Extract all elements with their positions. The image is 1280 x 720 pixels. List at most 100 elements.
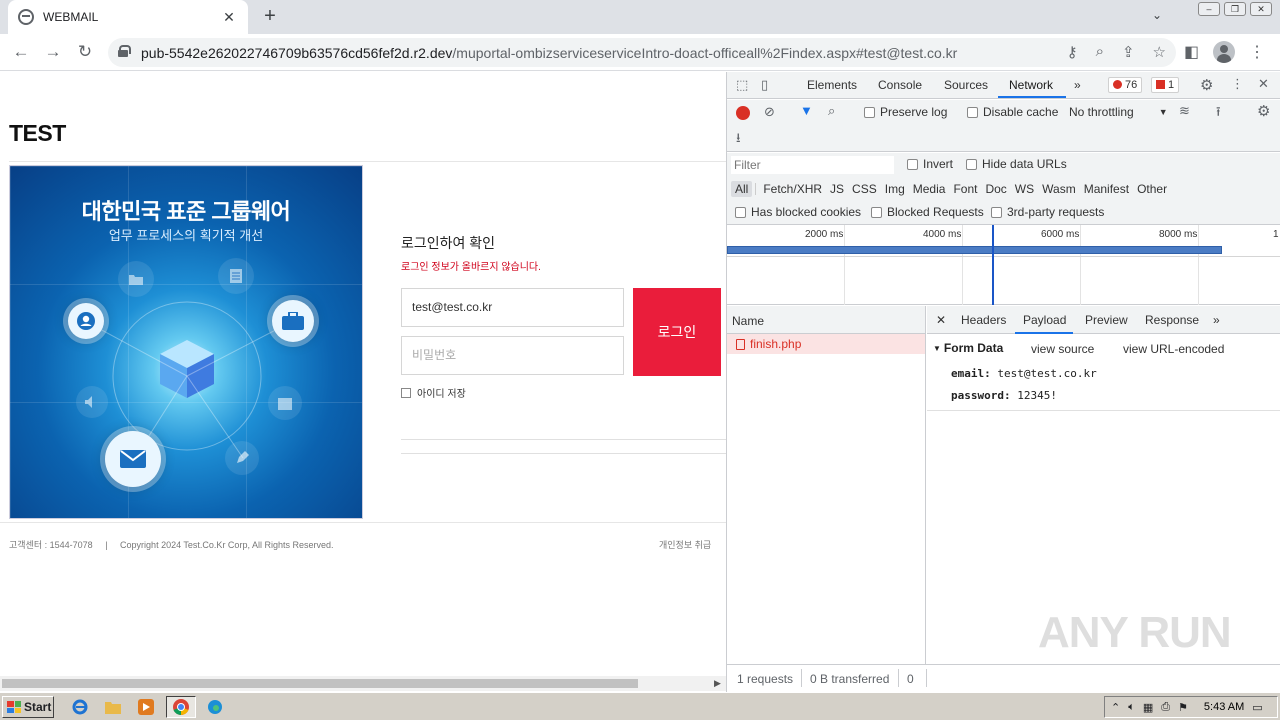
volume-icon[interactable]: 🔈︎ <box>1128 701 1135 714</box>
network-icon[interactable]: ▦ <box>1143 701 1153 714</box>
filter-icon[interactable]: ▼ <box>800 103 813 118</box>
active-tab-indicator <box>1015 332 1073 334</box>
printer-icon[interactable]: ⎙ <box>1161 701 1170 714</box>
tab-elements[interactable]: Elements <box>807 78 857 92</box>
network-overview-timeline[interactable]: 2000 ms 4000 ms 6000 ms 8000 ms 1 <box>727 225 1280 305</box>
blocked-cookies-checkbox[interactable]: Has blocked cookies <box>735 205 861 219</box>
settings-gear-icon[interactable]: ⚙ <box>1200 76 1213 94</box>
tray-expand-icon[interactable]: ⌃ <box>1111 701 1120 714</box>
table-row[interactable]: finish.php <box>727 334 925 354</box>
tab-network[interactable]: Network <box>1009 78 1053 92</box>
disable-cache-checkbox[interactable]: Disable cache <box>967 105 1058 119</box>
network-conditions-icon[interactable]: ≋ <box>1179 103 1190 119</box>
privacy-link[interactable]: 개인정보 취급 <box>659 538 711 551</box>
checkbox[interactable] <box>401 387 411 398</box>
view-url-encoded-link[interactable]: view URL-encoded <box>1123 342 1224 356</box>
scrollbar-thumb[interactable] <box>2 679 638 688</box>
search-icon[interactable]: ⌕ <box>828 103 835 119</box>
edge-icon[interactable] <box>203 696 227 718</box>
record-icon[interactable] <box>736 106 750 120</box>
filter-wasm[interactable]: Wasm <box>1038 181 1080 197</box>
filter-media[interactable]: Media <box>909 181 950 197</box>
inspect-element-icon[interactable]: ⬚ <box>736 77 748 93</box>
tab-preview[interactable]: Preview <box>1085 313 1128 327</box>
horizontal-scrollbar[interactable]: ▶ <box>0 676 726 691</box>
tab-payload[interactable]: Payload <box>1023 313 1066 327</box>
tab-close-button[interactable]: ✕ <box>220 9 238 26</box>
new-tab-button[interactable]: + <box>258 5 282 29</box>
media-player-icon[interactable] <box>134 696 158 718</box>
system-tray: ⌃ 🔈︎ ▦ ⎙ ⚑ 5:43 AM ▭ <box>1104 696 1278 718</box>
export-har-icon[interactable]: ⭳ <box>736 129 741 151</box>
divider <box>927 410 1280 411</box>
third-party-checkbox[interactable]: 3rd-party requests <box>991 205 1104 219</box>
preserve-log-checkbox[interactable]: Preserve log <box>864 105 947 119</box>
devtools-panel: ⬚ ▯ Elements Console Sources Network » 7… <box>726 72 1280 692</box>
form-data-section[interactable]: ▼ Form Data <box>933 341 1003 355</box>
profile-avatar-icon[interactable] <box>1213 41 1236 63</box>
url-text[interactable]: pub-5542e262022746709b63576cd56fef2d.r2.… <box>141 45 957 61</box>
blocked-cookies-label: Has blocked cookies <box>751 205 862 219</box>
device-toolbar-icon[interactable]: ▯ <box>761 77 768 93</box>
more-tabs-icon[interactable]: » <box>1213 313 1220 327</box>
throttling-select[interactable]: No throttling ▼ <box>1069 105 1168 119</box>
filter-ws[interactable]: WS <box>1011 181 1038 197</box>
side-panel-icon[interactable]: ◧ <box>1184 42 1199 62</box>
share-icon[interactable]: ⇪ <box>1122 43 1135 61</box>
filter-other[interactable]: Other <box>1133 181 1171 197</box>
view-source-link[interactable]: view source <box>1031 342 1094 356</box>
chrome-icon[interactable] <box>166 696 196 718</box>
timeline-tick: 6000 ms <box>1041 229 1080 240</box>
explorer-folder-icon[interactable] <box>101 696 125 718</box>
login-button[interactable]: 로그인 <box>633 288 721 376</box>
tab-console[interactable]: Console <box>878 78 922 92</box>
clear-icon[interactable]: ⊘ <box>764 104 775 120</box>
close-window-button[interactable]: ✕ <box>1250 2 1272 16</box>
network-settings-gear-icon[interactable]: ⚙ <box>1257 102 1270 120</box>
tab-headers[interactable]: Headers <box>961 313 1006 327</box>
filter-font[interactable]: Font <box>949 181 981 197</box>
back-arrow-icon[interactable]: ← <box>9 40 33 64</box>
flag-icon[interactable]: ⚑ <box>1178 701 1188 714</box>
filter-img[interactable]: Img <box>881 181 909 197</box>
filter-all[interactable]: All <box>731 181 753 197</box>
minimize-button[interactable]: – <box>1198 2 1220 16</box>
filter-manifest[interactable]: Manifest <box>1080 181 1133 197</box>
forward-arrow-icon[interactable]: → <box>41 40 65 64</box>
tab-search-chevron-icon[interactable]: ⌄ <box>1152 8 1162 22</box>
reload-icon[interactable]: ↻ <box>73 40 97 64</box>
filter-css[interactable]: CSS <box>848 181 881 197</box>
import-har-icon[interactable]: ⭱ <box>1216 103 1221 125</box>
browser-tab-webmail[interactable]: WEBMAIL ✕ <box>8 0 248 34</box>
close-icon[interactable]: ✕ <box>1258 76 1269 92</box>
zoom-icon[interactable]: ⌕ <box>1096 43 1104 61</box>
ie-icon[interactable] <box>68 696 92 718</box>
filter-js[interactable]: JS <box>826 181 848 197</box>
hide-data-urls-checkbox[interactable]: Hide data URLs <box>966 157 1067 171</box>
filter-doc[interactable]: Doc <box>981 181 1010 197</box>
blocked-requests-checkbox[interactable]: Blocked Requests <box>871 205 984 219</box>
kebab-menu-icon[interactable]: ⋮ <box>1231 76 1244 92</box>
filter-fetch-xhr[interactable]: Fetch/XHR <box>759 181 826 197</box>
save-id-checkbox[interactable]: 아이디 저장 <box>401 385 466 400</box>
clock[interactable]: 5:43 AM <box>1204 701 1244 713</box>
bookmark-star-icon[interactable]: ☆ <box>1153 43 1166 61</box>
email-field[interactable]: test@test.co.kr <box>401 288 624 327</box>
tab-response[interactable]: Response <box>1145 313 1199 327</box>
start-button[interactable]: Start <box>2 696 54 718</box>
address-bar[interactable]: pub-5542e262022746709b63576cd56fef2d.r2.… <box>108 38 1176 67</box>
name-column-header[interactable]: Name <box>727 306 925 334</box>
scroll-right-icon[interactable]: ▶ <box>714 678 721 689</box>
error-count-badge[interactable]: 76 <box>1108 77 1143 93</box>
key-icon[interactable]: ⚷ <box>1067 43 1078 61</box>
more-tabs-icon[interactable]: » <box>1074 78 1081 92</box>
password-field[interactable]: 비밀번호 <box>401 336 624 375</box>
filter-input[interactable]: Filter <box>731 156 894 174</box>
show-desktop-icon[interactable]: ▭ <box>1252 701 1262 714</box>
restore-button[interactable]: ❐ <box>1224 2 1246 16</box>
tab-sources[interactable]: Sources <box>944 78 988 92</box>
issue-count-badge[interactable]: 1 <box>1151 77 1180 93</box>
close-detail-icon[interactable]: ✕ <box>936 313 946 327</box>
kebab-menu-icon[interactable]: ⋮ <box>1249 42 1265 62</box>
invert-checkbox[interactable]: Invert <box>907 157 953 171</box>
